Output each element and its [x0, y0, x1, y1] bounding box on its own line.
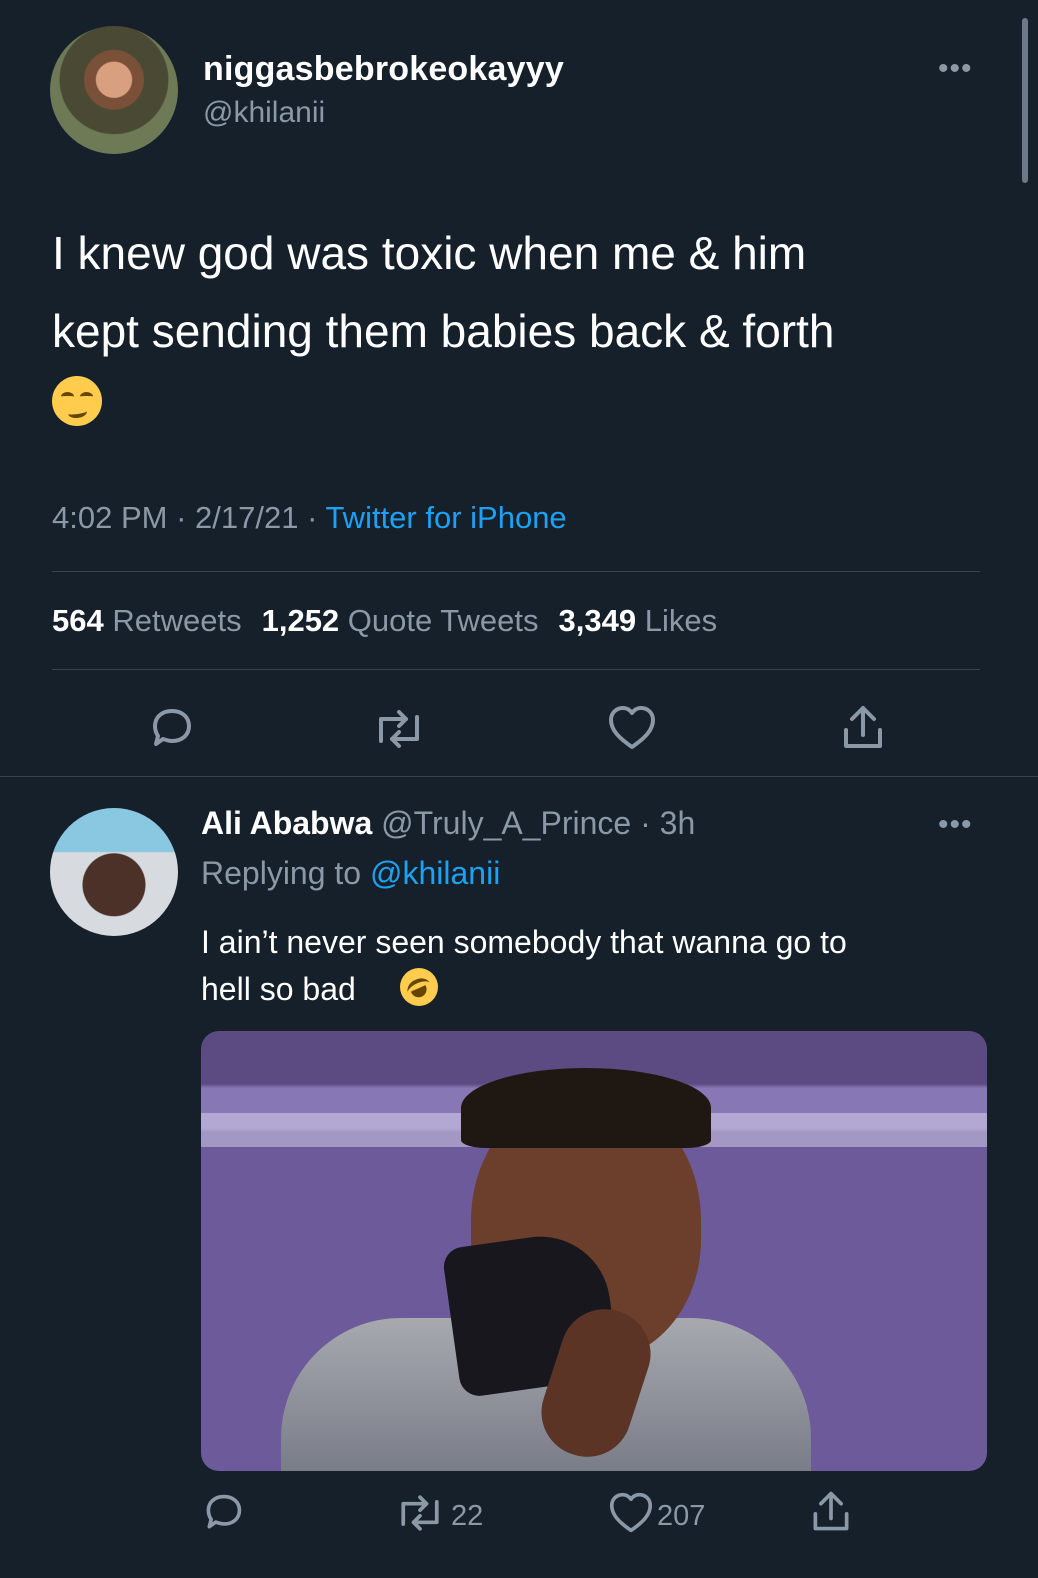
replying-to-handle[interactable]: @khilanii	[370, 855, 500, 891]
meta-separator: ·	[167, 500, 196, 535]
retweet-icon[interactable]	[393, 1493, 447, 1533]
reply-tweet-actions: 22 207	[0, 1488, 1038, 1544]
reply-icon[interactable]	[147, 706, 195, 752]
more-options-icon[interactable]: •••	[938, 808, 973, 842]
media-hair	[461, 1068, 711, 1148]
quote-tweets-count: 1,252	[261, 603, 340, 638]
share-icon[interactable]	[838, 703, 888, 753]
reply-time: · 3h	[640, 805, 696, 841]
reply-retweet-count: 22	[451, 1500, 484, 1532]
quote-tweets-stat[interactable]: 1,252 Quote Tweets	[262, 603, 539, 638]
retweets-label: Retweets	[112, 603, 242, 638]
tweet-date: 2/17/21	[195, 500, 299, 535]
quote-tweets-label: Quote Tweets	[347, 603, 539, 638]
divider	[0, 776, 1038, 777]
retweet-icon[interactable]	[370, 708, 428, 750]
emoji-mouth	[67, 405, 88, 420]
reply-header: Ali Ababwa @Truly_A_Prince · 3h	[201, 805, 695, 842]
woozy-face-emoji	[52, 376, 102, 426]
replying-to: Replying to @khilanii	[201, 855, 500, 892]
main-handle[interactable]: @khilanii	[203, 96, 325, 130]
tweet-meta: 4:02 PM · 2/17/21 · Twitter for iPhone	[52, 500, 567, 536]
reply-handle[interactable]: @Truly_A_Prince	[381, 805, 631, 841]
replying-to-label: Replying to	[201, 855, 362, 891]
more-options-icon[interactable]: •••	[938, 52, 973, 86]
likes-count: 3,349	[558, 603, 637, 638]
likes-label: Likes	[644, 603, 718, 638]
likes-stat[interactable]: 3,349 Likes	[559, 603, 718, 638]
share-icon[interactable]	[808, 1489, 854, 1535]
meta-separator: ·	[298, 500, 326, 535]
main-display-name[interactable]: niggasbebrokeokayyy	[203, 50, 564, 89]
main-tweet-text: I knew god was toxic when me & him kept …	[52, 227, 835, 357]
media-person	[281, 1068, 811, 1471]
reply-display-name[interactable]: Ali Ababwa	[201, 805, 372, 841]
retweets-stat[interactable]: 564 Retweets	[52, 603, 242, 638]
divider	[52, 571, 980, 572]
heart-icon[interactable]	[607, 1491, 655, 1535]
media-image[interactable]	[201, 1031, 987, 1471]
main-avatar[interactable]	[50, 26, 178, 154]
heart-icon[interactable]	[606, 704, 658, 752]
engagement-stats: 564 Retweets 1,252 Quote Tweets 3,349 Like…	[52, 603, 717, 639]
reply-icon[interactable]	[201, 1492, 245, 1534]
reply-avatar[interactable]	[50, 808, 178, 936]
retweets-count: 564	[52, 603, 104, 638]
main-tweet: niggasbebrokeokayyy @khilanii ••• I knew…	[0, 0, 1038, 780]
reply-tweet: Ali Ababwa @Truly_A_Prince · 3h ••• Repl…	[0, 780, 1038, 1578]
reply-tweet-text: I ain’t never seen somebody that wanna g…	[201, 924, 847, 1007]
source-link[interactable]: Twitter for iPhone	[325, 500, 566, 535]
divider	[52, 669, 980, 670]
reply-like-count: 207	[657, 1500, 706, 1532]
main-tweet-actions	[0, 701, 1038, 757]
tweet-time: 4:02 PM	[52, 500, 168, 535]
rolling-on-the-floor-laughing-emoji	[400, 968, 438, 1006]
